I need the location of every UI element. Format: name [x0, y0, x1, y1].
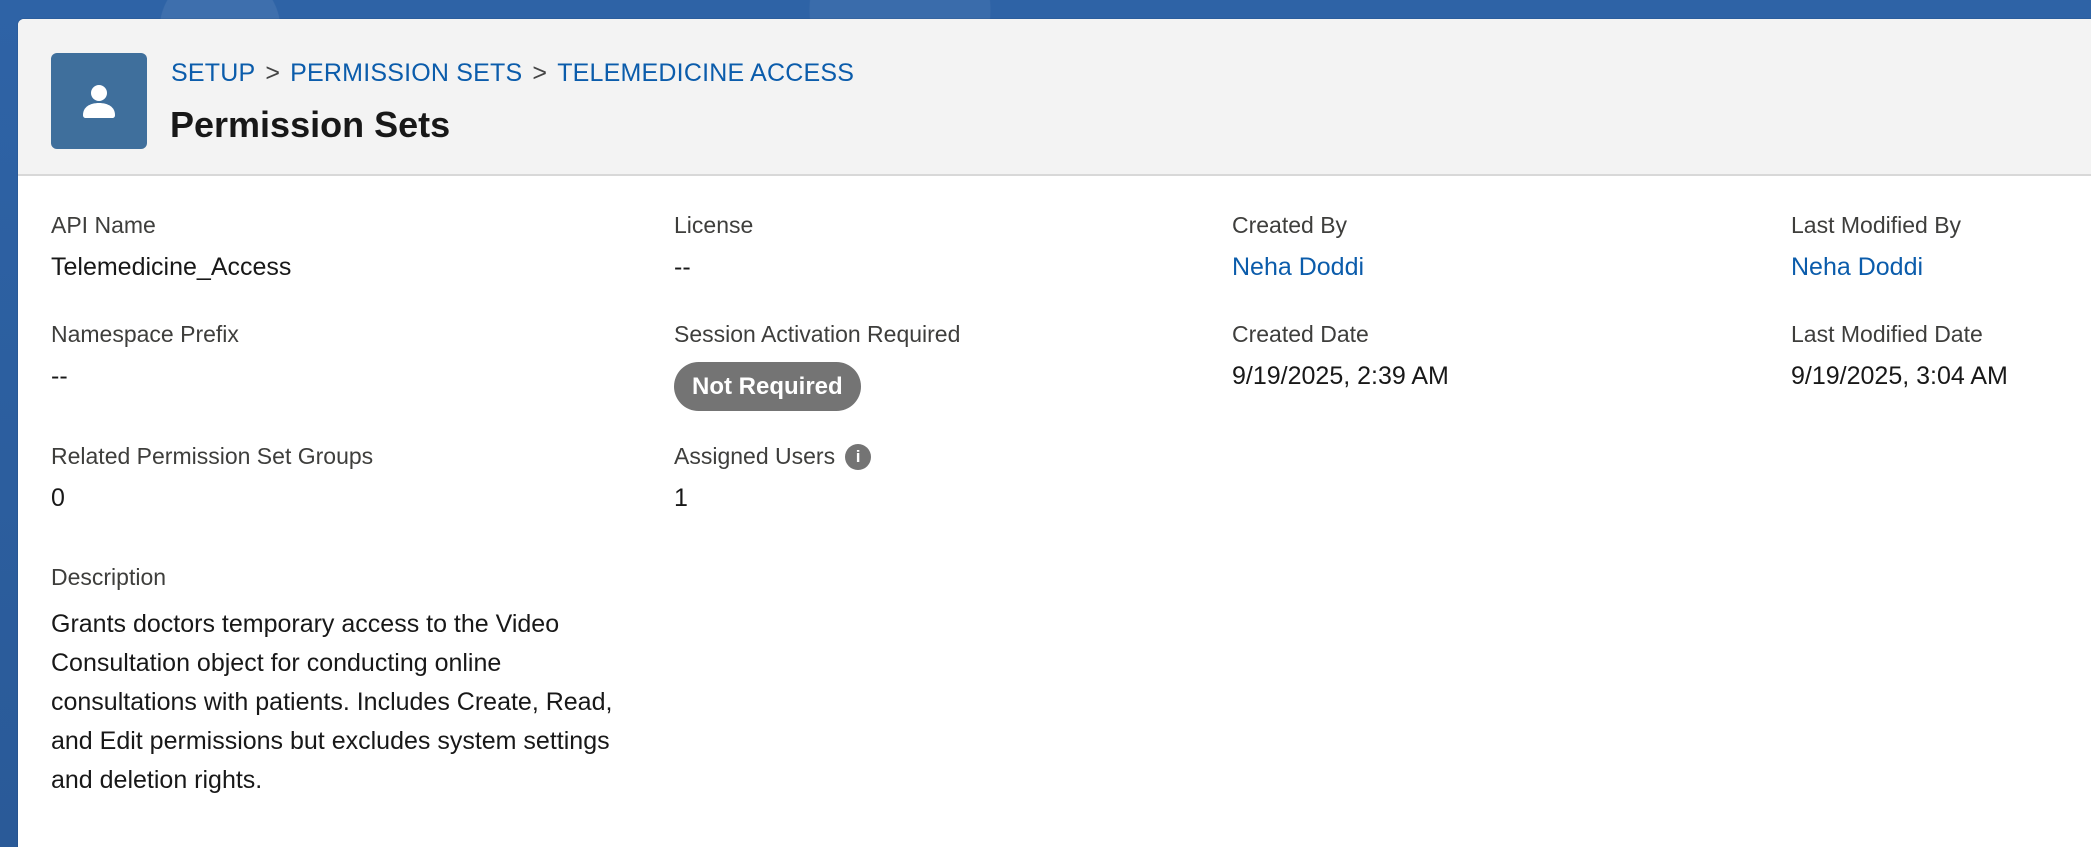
page-header: SETUP > PERMISSION SETS > TELEMEDICINE A…: [18, 19, 2091, 176]
field-value: --: [674, 253, 691, 281]
field-assigned-users: Assigned Users i 1: [674, 443, 1234, 513]
field-value: Telemedicine_Access: [51, 253, 292, 281]
field-label: Created Date: [1232, 321, 1369, 347]
field-value: 9/19/2025, 2:39 AM: [1232, 362, 1449, 390]
last-modified-by-link[interactable]: Neha Doddi: [1791, 253, 2091, 282]
field-label: Last Modified By: [1791, 212, 1962, 238]
field-license: License --: [674, 212, 1234, 282]
permission-set-panel: SETUP > PERMISSION SETS > TELEMEDICINE A…: [18, 19, 2091, 847]
created-by-link[interactable]: Neha Doddi: [1232, 253, 1792, 282]
field-label: Namespace Prefix: [51, 321, 239, 347]
status-badge: Not Required: [674, 362, 861, 411]
breadcrumb-permission-sets[interactable]: PERMISSION SETS: [290, 59, 522, 88]
field-related-groups: Related Permission Set Groups 0: [51, 443, 611, 513]
breadcrumb-separator: >: [265, 59, 281, 87]
page-title: Permission Sets: [170, 104, 451, 145]
field-session-activation: Session Activation Required Not Required: [674, 321, 1234, 411]
field-label: API Name: [51, 212, 156, 238]
field-label: Session Activation Required: [674, 321, 961, 347]
info-icon[interactable]: i: [845, 443, 872, 470]
field-value: 9/19/2025, 3:04 AM: [1791, 362, 2008, 390]
field-created-date: Created Date 9/19/2025, 2:39 AM: [1232, 321, 1792, 391]
field-label: Assigned Users i: [674, 443, 1234, 470]
field-label: License: [674, 212, 754, 238]
field-namespace-prefix: Namespace Prefix --: [51, 321, 611, 391]
field-label: Description: [51, 564, 167, 590]
breadcrumb-setup[interactable]: SETUP: [171, 59, 255, 88]
description-text: Grants doctors temporary access to the V…: [51, 610, 613, 794]
breadcrumb: SETUP > PERMISSION SETS > TELEMEDICINE A…: [171, 59, 854, 88]
field-created-by: Created By Neha Doddi: [1232, 212, 1792, 282]
field-value: 1: [674, 484, 688, 512]
user-icon: [51, 53, 147, 149]
field-description: Description Grants doctors temporary acc…: [51, 564, 651, 800]
field-label: Last Modified Date: [1791, 321, 1983, 347]
field-label: Related Permission Set Groups: [51, 443, 374, 469]
field-last-modified-by: Last Modified By Neha Doddi: [1791, 212, 2091, 282]
field-api-name: API Name Telemedicine_Access: [51, 212, 611, 282]
field-label-text: Assigned Users: [674, 443, 836, 469]
breadcrumb-separator: >: [532, 59, 548, 87]
field-value: --: [51, 362, 68, 390]
field-label: Created By: [1232, 212, 1348, 238]
field-value: 0: [51, 484, 65, 512]
field-last-modified-date: Last Modified Date 9/19/2025, 3:04 AM: [1791, 321, 2091, 391]
breadcrumb-telemedicine-access[interactable]: TELEMEDICINE ACCESS: [557, 59, 854, 88]
